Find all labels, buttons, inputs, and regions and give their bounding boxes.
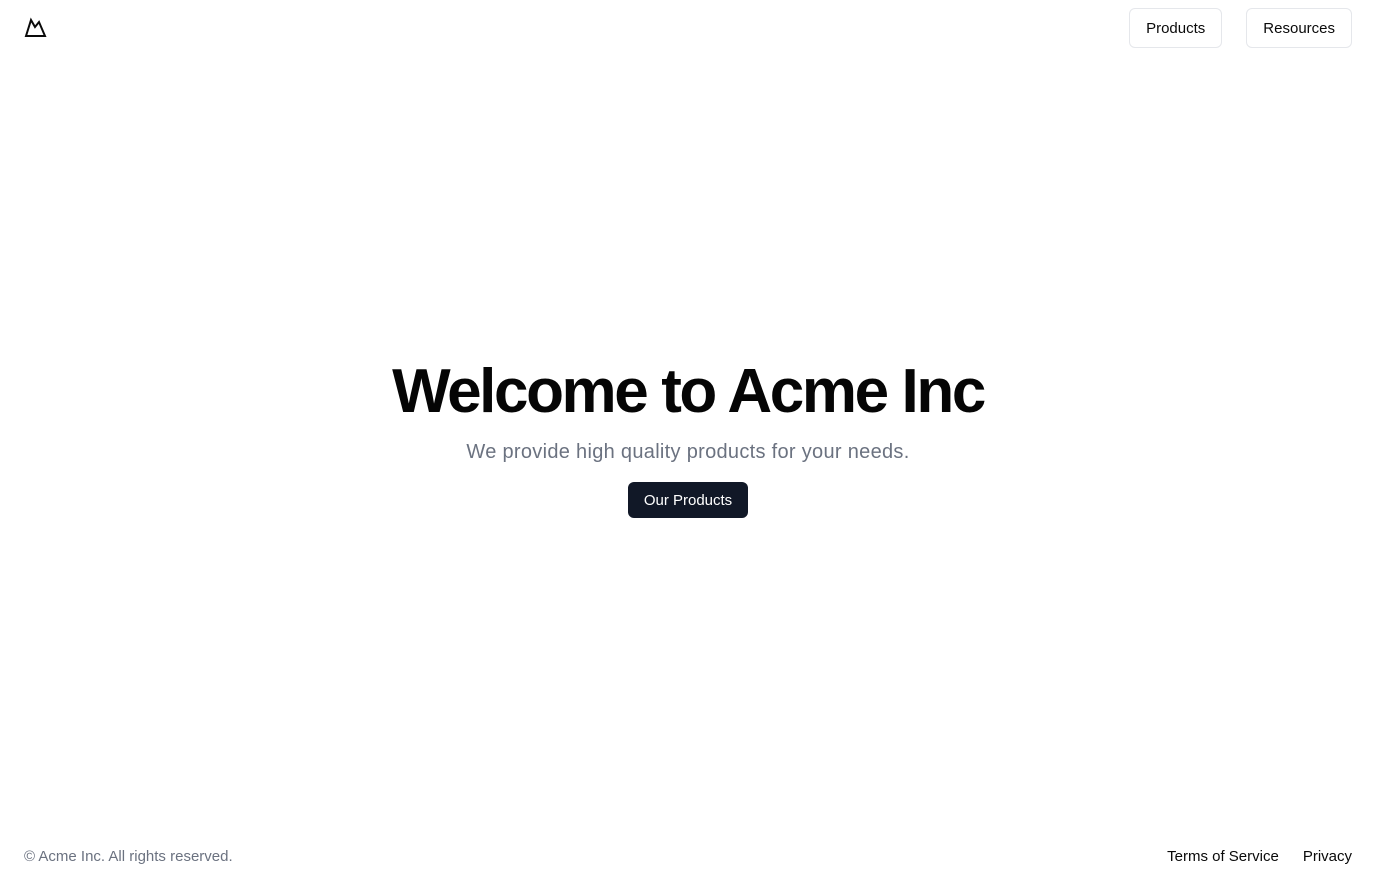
mountain-icon [24,17,47,37]
main-nav: Products Resources [1129,8,1352,48]
page: Products Resources Welcome to Acme Inc W… [0,0,1376,880]
privacy-link[interactable]: Privacy [1303,848,1352,865]
hero-section: Welcome to Acme Inc We provide high qual… [0,356,1376,518]
nav-products-button[interactable]: Products [1129,8,1223,48]
site-header: Products Resources [0,0,1376,56]
hero-title: Welcome to Acme Inc [392,357,986,426]
nav-resources-button[interactable]: Resources [1246,8,1352,48]
copyright-text: © Acme Inc. All rights reserved. [24,847,233,865]
hero-subtitle: We provide high quality products for you… [466,441,910,463]
terms-of-service-link[interactable]: Terms of Service [1167,848,1279,865]
site-footer: © Acme Inc. All rights reserved. Terms o… [0,824,1376,880]
our-products-button[interactable]: Our Products [627,482,749,518]
home-logo-link[interactable] [24,16,48,40]
footer-links: Terms of Service Privacy [1167,848,1352,865]
